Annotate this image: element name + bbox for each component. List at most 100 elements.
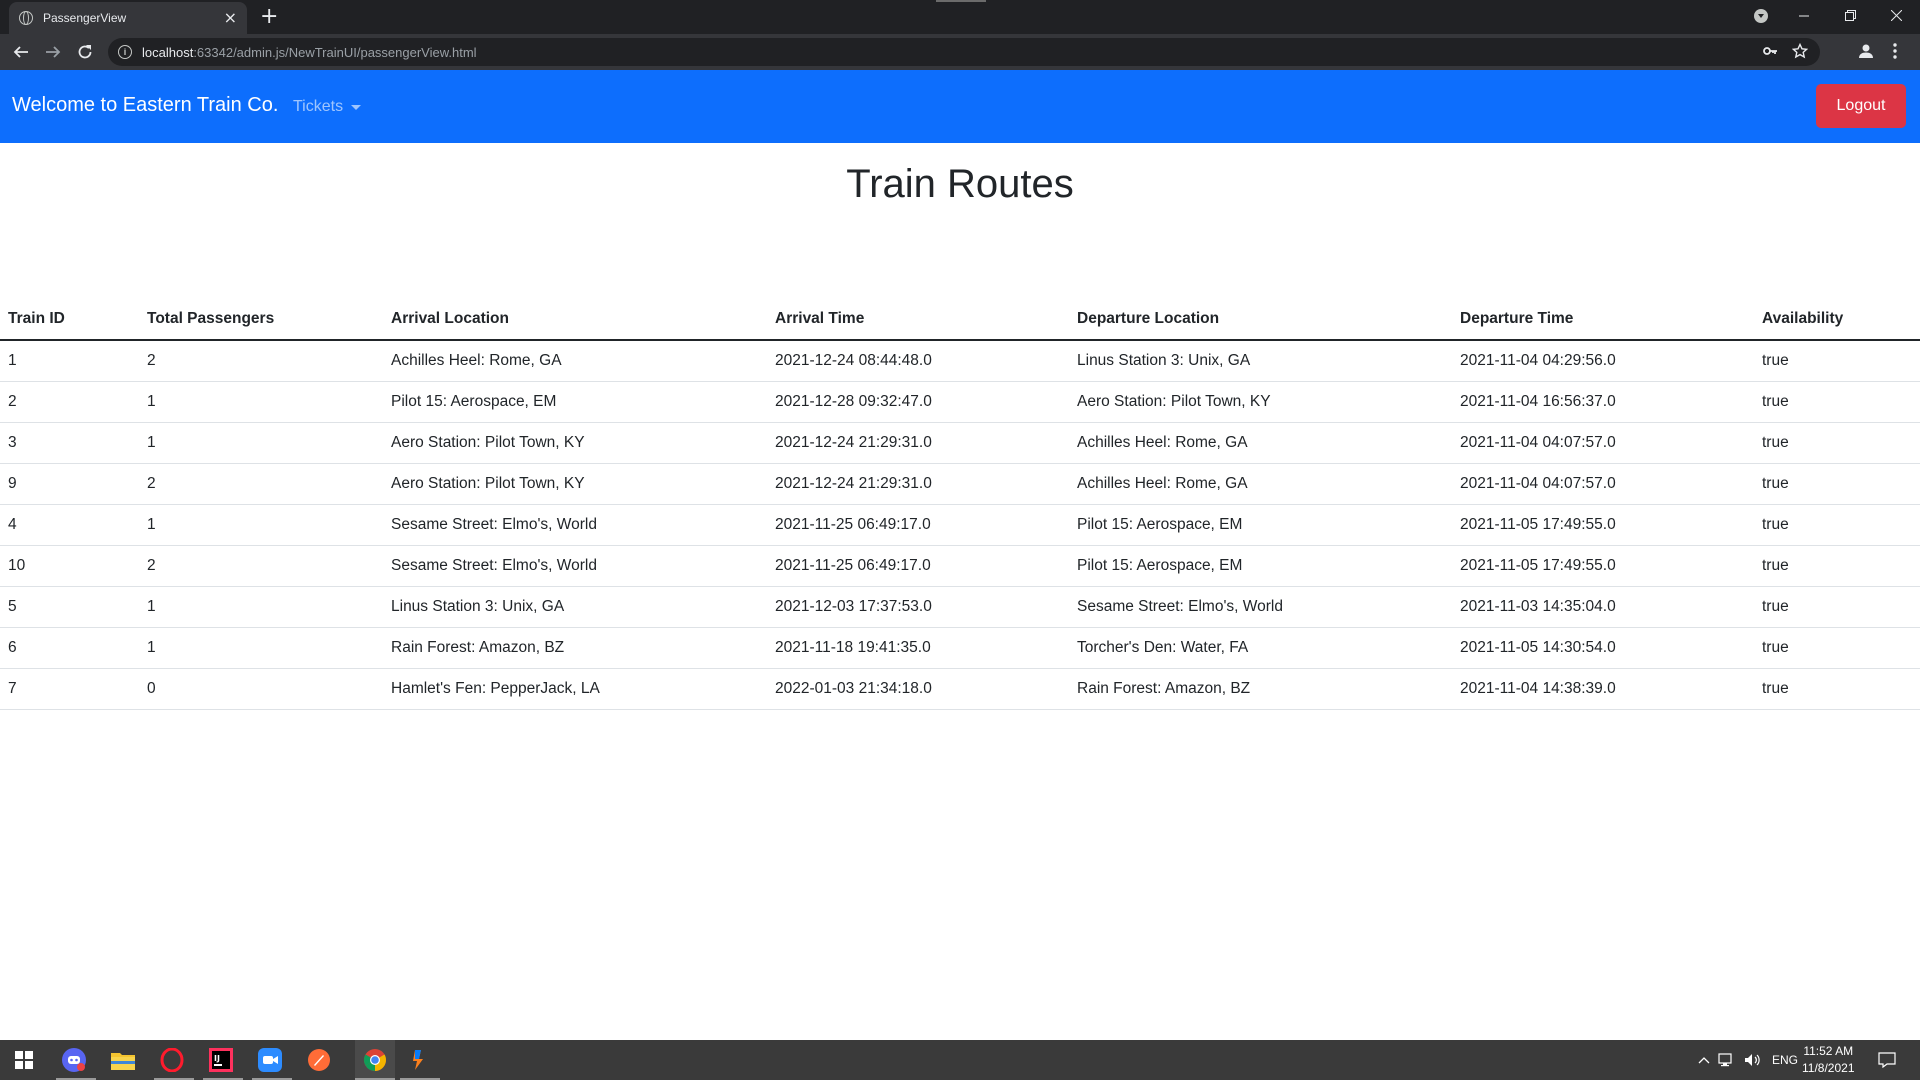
opera-app-icon[interactable] <box>158 1046 186 1074</box>
cell-departure-time: 2021-11-04 04:07:57.0 <box>1452 463 1754 505</box>
cell-departure-location: Sesame Street: Elmo's, World <box>1069 586 1452 628</box>
bookmark-star-icon[interactable] <box>1791 42 1809 63</box>
cell-total-passengers: 2 <box>139 545 383 587</box>
chrome-app-icon[interactable] <box>355 1040 395 1080</box>
cell-arrival-location: Sesame Street: Elmo's, World <box>383 545 767 587</box>
intellij-app-icon[interactable]: IJ <box>207 1046 235 1074</box>
zoom-app-icon[interactable] <box>256 1046 284 1074</box>
cell-departure-location: Aero Station: Pilot Town, KY <box>1069 381 1452 423</box>
menu-kebab-icon[interactable] <box>1892 42 1898 64</box>
svg-text:IJ: IJ <box>214 1054 220 1063</box>
cell-arrival-time: 2021-11-18 19:41:35.0 <box>767 627 1069 669</box>
windows-start-icon[interactable] <box>10 1046 38 1074</box>
tab-close-icon[interactable]: × <box>224 10 237 26</box>
discord-app-icon[interactable] <box>60 1046 88 1074</box>
cell-departure-location: Linus Station 3: Unix, GA <box>1069 340 1452 382</box>
cell-arrival-location: Aero Station: Pilot Town, KY <box>383 422 767 464</box>
cell-departure-location: Achilles Heel: Rome, GA <box>1069 422 1452 464</box>
cell-arrival-location: Aero Station: Pilot Town, KY <box>383 463 767 505</box>
cell-train-id: 9 <box>0 463 139 505</box>
cell-arrival-time: 2021-11-25 06:49:17.0 <box>767 545 1069 587</box>
back-icon[interactable] <box>9 40 33 64</box>
cell-total-passengers: 1 <box>139 381 383 423</box>
cell-availability: true <box>1754 504 1920 546</box>
cell-total-passengers: 1 <box>139 586 383 628</box>
url-text[interactable]: localhost:63342/admin.js/NewTrainUI/pass… <box>142 45 477 60</box>
cell-departure-time: 2021-11-05 14:30:54.0 <box>1452 627 1754 669</box>
postman-app-icon[interactable] <box>305 1046 333 1074</box>
tab-title: PassengerView <box>43 11 127 25</box>
cell-availability: true <box>1754 340 1920 382</box>
logout-button[interactable]: Logout <box>1816 84 1906 128</box>
minimize-icon[interactable] <box>1781 0 1827 30</box>
cell-departure-time: 2021-11-05 17:49:55.0 <box>1452 545 1754 587</box>
restore-icon[interactable] <box>1827 0 1873 30</box>
language-indicator[interactable]: ENG <box>1772 1040 1798 1080</box>
cell-availability: true <box>1754 586 1920 628</box>
table-row: 7 0 Hamlet's Fen: PepperJack, LA 2022-01… <box>0 668 1920 710</box>
table-row: 5 1 Linus Station 3: Unix, GA 2021-12-03… <box>0 586 1920 628</box>
cell-arrival-time: 2021-12-03 17:37:53.0 <box>767 586 1069 628</box>
tickets-dropdown[interactable]: Tickets <box>293 98 362 116</box>
cell-arrival-location: Pilot 15: Aerospace, EM <box>383 381 767 423</box>
table-row: 1 2 Achilles Heel: Rome, GA 2021-12-24 0… <box>0 340 1920 382</box>
close-window-icon[interactable] <box>1873 0 1919 30</box>
show-hidden-icons[interactable] <box>1698 1040 1710 1080</box>
cell-availability: true <box>1754 545 1920 587</box>
new-tab-button[interactable]: + <box>260 5 278 29</box>
cell-departure-location: Pilot 15: Aerospace, EM <box>1069 545 1452 587</box>
cell-availability: true <box>1754 463 1920 505</box>
table-row: 6 1 Rain Forest: Amazon, BZ 2021-11-18 1… <box>0 627 1920 669</box>
volume-icon[interactable] <box>1744 1040 1762 1080</box>
site-info-icon[interactable]: i <box>118 45 132 59</box>
caret-down-icon <box>351 104 362 110</box>
cell-departure-time: 2021-11-04 16:56:37.0 <box>1452 381 1754 423</box>
file-explorer-icon[interactable] <box>109 1046 137 1074</box>
cell-train-id: 10 <box>0 545 139 587</box>
cell-departure-time: 2021-11-04 04:29:56.0 <box>1452 340 1754 382</box>
cell-train-id: 4 <box>0 504 139 546</box>
cell-train-id: 5 <box>0 586 139 628</box>
cell-total-passengers: 0 <box>139 668 383 710</box>
brand-link[interactable]: Welcome to Eastern Train Co. <box>12 94 278 117</box>
url-path: :63342/admin.js/NewTrainUI/passengerView… <box>193 44 477 60</box>
tab-search-icon[interactable] <box>1754 9 1768 23</box>
key-icon[interactable] <box>1762 43 1778 63</box>
cell-arrival-location: Rain Forest: Amazon, BZ <box>383 627 767 669</box>
cell-arrival-time: 2022-01-03 21:34:18.0 <box>767 668 1069 710</box>
cell-total-passengers: 2 <box>139 340 383 382</box>
windows-taskbar: IJ ENG 11:52 AM 11/8/2021 <box>0 1040 1920 1080</box>
cell-arrival-time: 2021-12-24 21:29:31.0 <box>767 463 1069 505</box>
cell-availability: true <box>1754 668 1920 710</box>
globe-icon <box>19 11 33 25</box>
header-arrival-location: Arrival Location <box>383 298 767 341</box>
window-drag-indicator <box>936 0 986 2</box>
cell-departure-location: Torcher's Den: Water, FA <box>1069 627 1452 669</box>
table-row: 3 1 Aero Station: Pilot Town, KY 2021-12… <box>0 422 1920 464</box>
cell-arrival-location: Linus Station 3: Unix, GA <box>383 586 767 628</box>
cell-total-passengers: 2 <box>139 463 383 505</box>
browser-tab[interactable]: PassengerView × <box>9 2 247 34</box>
cell-departure-location: Pilot 15: Aerospace, EM <box>1069 504 1452 546</box>
profile-icon[interactable] <box>1857 42 1875 64</box>
cell-arrival-time: 2021-12-24 08:44:48.0 <box>767 340 1069 382</box>
table-row: 2 1 Pilot 15: Aerospace, EM 2021-12-28 0… <box>0 381 1920 423</box>
header-total-passengers: Total Passengers <box>139 298 383 341</box>
cell-departure-time: 2021-11-04 04:07:57.0 <box>1452 422 1754 464</box>
reload-icon[interactable] <box>73 40 97 64</box>
header-departure-location: Departure Location <box>1069 298 1452 341</box>
table-row: 9 2 Aero Station: Pilot Town, KY 2021-12… <box>0 463 1920 505</box>
address-bar[interactable]: i localhost:63342/admin.js/NewTrainUI/pa… <box>108 38 1820 66</box>
url-host: localhost <box>142 44 194 60</box>
cell-arrival-location: Hamlet's Fen: PepperJack, LA <box>383 668 767 710</box>
notification-center-icon[interactable] <box>1878 1040 1896 1080</box>
cell-train-id: 2 <box>0 381 139 423</box>
cell-departure-location: Achilles Heel: Rome, GA <box>1069 463 1452 505</box>
clock-time: 11:52 AM <box>1803 1044 1854 1058</box>
cell-train-id: 7 <box>0 668 139 710</box>
forward-icon[interactable] <box>41 40 65 64</box>
jetbrains-toolbox-icon[interactable] <box>404 1046 432 1074</box>
network-icon[interactable] <box>1718 1040 1736 1080</box>
system-clock[interactable]: 11:52 AM 11/8/2021 <box>1802 1043 1855 1077</box>
cell-total-passengers: 1 <box>139 422 383 464</box>
